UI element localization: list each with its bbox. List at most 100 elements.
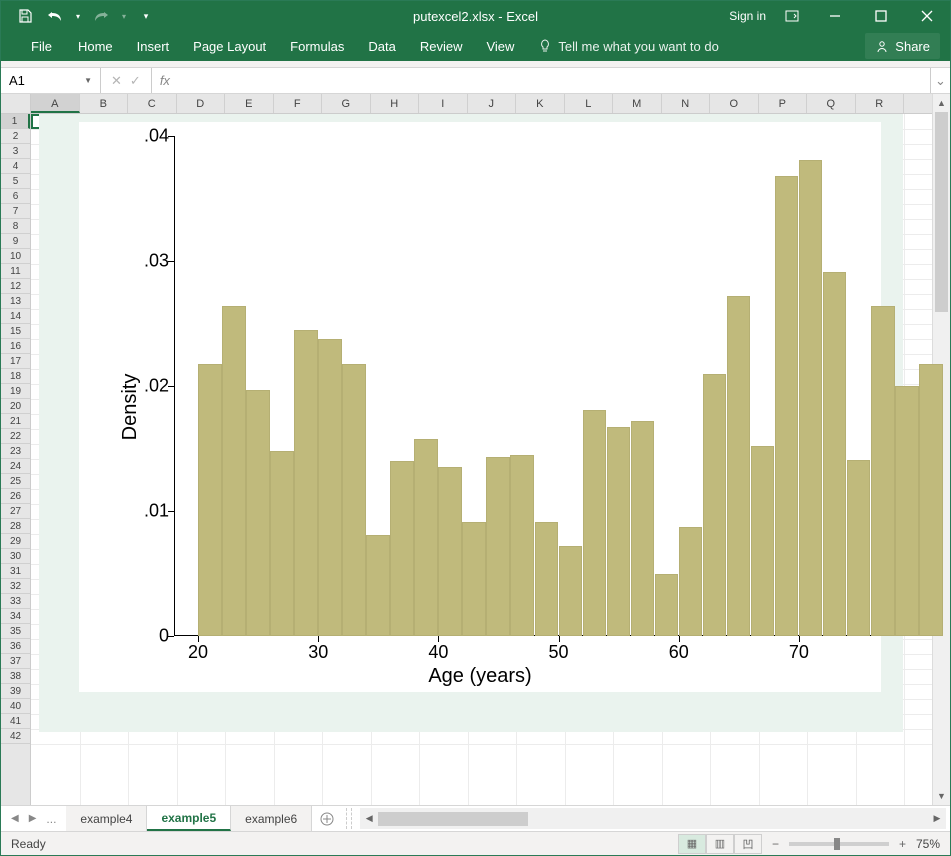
column-header-I[interactable]: I <box>419 94 468 113</box>
horizontal-scroll-track[interactable] <box>378 812 928 826</box>
horizontal-scroll-thumb[interactable] <box>378 812 528 826</box>
row-header-37[interactable]: 37 <box>1 654 30 669</box>
minimize-button[interactable] <box>812 1 858 31</box>
row-header-16[interactable]: 16 <box>1 339 30 354</box>
insert-function-button[interactable]: fx <box>152 68 178 93</box>
share-button[interactable]: Share <box>865 33 940 59</box>
row-header-13[interactable]: 13 <box>1 294 30 309</box>
row-header-9[interactable]: 9 <box>1 234 30 249</box>
row-header-17[interactable]: 17 <box>1 354 30 369</box>
tab-scroll-split[interactable] <box>346 808 352 829</box>
scroll-left-arrow[interactable]: ◀ <box>360 813 378 824</box>
row-header-31[interactable]: 31 <box>1 564 30 579</box>
row-header-14[interactable]: 14 <box>1 309 30 324</box>
column-header-N[interactable]: N <box>662 94 711 113</box>
ribbon-tab-review[interactable]: Review <box>408 31 475 61</box>
close-button[interactable] <box>904 1 950 31</box>
sheet-nav-prev[interactable]: ◀ <box>11 813 19 824</box>
ribbon-tab-page-layout[interactable]: Page Layout <box>181 31 278 61</box>
ribbon-tab-data[interactable]: Data <box>356 31 407 61</box>
new-sheet-button[interactable] <box>312 806 342 831</box>
row-header-5[interactable]: 5 <box>1 174 30 189</box>
row-header-32[interactable]: 32 <box>1 579 30 594</box>
tell-me-search[interactable]: Tell me what you want to do <box>538 39 718 54</box>
sheet-nav-next[interactable]: ▶ <box>29 813 37 824</box>
row-header-6[interactable]: 6 <box>1 189 30 204</box>
zoom-in-button[interactable]: + <box>899 837 906 851</box>
ribbon-display-options-button[interactable] <box>780 4 804 28</box>
row-header-2[interactable]: 2 <box>1 129 30 144</box>
formula-input[interactable] <box>178 68 930 93</box>
expand-formula-bar-button[interactable]: ⌄ <box>930 68 950 93</box>
row-header-33[interactable]: 33 <box>1 594 30 609</box>
column-header-M[interactable]: M <box>613 94 662 113</box>
embedded-chart[interactable]: Density Age (years) 0.01.02.03.042030405… <box>39 114 903 732</box>
row-header-23[interactable]: 23 <box>1 444 30 459</box>
ribbon-tab-view[interactable]: View <box>474 31 526 61</box>
row-header-40[interactable]: 40 <box>1 699 30 714</box>
ribbon-tab-formulas[interactable]: Formulas <box>278 31 356 61</box>
scroll-up-arrow[interactable]: ▲ <box>933 94 950 112</box>
column-header-O[interactable]: O <box>710 94 759 113</box>
row-header-35[interactable]: 35 <box>1 624 30 639</box>
ribbon-tab-insert[interactable]: Insert <box>125 31 182 61</box>
sheet-tab-example6[interactable]: example6 <box>231 806 312 831</box>
row-header-11[interactable]: 11 <box>1 264 30 279</box>
zoom-out-button[interactable]: − <box>772 837 779 851</box>
row-header-30[interactable]: 30 <box>1 549 30 564</box>
column-header-J[interactable]: J <box>468 94 517 113</box>
column-header-Q[interactable]: Q <box>807 94 856 113</box>
name-box[interactable]: A1 ▼ <box>1 68 101 93</box>
ribbon-tab-home[interactable]: Home <box>66 31 125 61</box>
cell-area[interactable]: Density Age (years) 0.01.02.03.042030405… <box>31 114 932 805</box>
sheet-tab-example4[interactable]: example4 <box>66 806 147 831</box>
row-header-4[interactable]: 4 <box>1 159 30 174</box>
row-header-26[interactable]: 26 <box>1 489 30 504</box>
row-header-1[interactable]: 1 <box>1 114 30 129</box>
column-header-P[interactable]: P <box>759 94 808 113</box>
undo-dropdown[interactable]: ▾ <box>73 4 83 28</box>
column-header-G[interactable]: G <box>322 94 371 113</box>
select-all-corner[interactable] <box>1 94 31 114</box>
row-header-15[interactable]: 15 <box>1 324 30 339</box>
column-header-D[interactable]: D <box>177 94 226 113</box>
page-break-view-button[interactable]: 凹 <box>734 834 762 854</box>
name-box-dropdown-icon[interactable]: ▼ <box>84 76 92 85</box>
row-header-27[interactable]: 27 <box>1 504 30 519</box>
row-header-25[interactable]: 25 <box>1 474 30 489</box>
column-header-H[interactable]: H <box>371 94 420 113</box>
vertical-scroll-thumb[interactable] <box>935 112 948 312</box>
zoom-slider-thumb[interactable] <box>834 838 840 850</box>
column-header-F[interactable]: F <box>274 94 323 113</box>
row-header-22[interactable]: 22 <box>1 429 30 444</box>
column-header-A[interactable]: A <box>31 94 80 113</box>
row-header-39[interactable]: 39 <box>1 684 30 699</box>
row-header-41[interactable]: 41 <box>1 714 30 729</box>
row-header-29[interactable]: 29 <box>1 534 30 549</box>
sheet-tabs-ellipsis[interactable]: ... <box>46 812 56 826</box>
row-header-42[interactable]: 42 <box>1 729 30 744</box>
cancel-formula-button[interactable]: ✕ <box>111 73 122 89</box>
column-header-R[interactable]: R <box>856 94 905 113</box>
sign-in-link[interactable]: Sign in <box>729 9 766 23</box>
normal-view-button[interactable]: ▦ <box>678 834 706 854</box>
row-header-7[interactable]: 7 <box>1 204 30 219</box>
row-header-21[interactable]: 21 <box>1 414 30 429</box>
row-header-28[interactable]: 28 <box>1 519 30 534</box>
row-header-34[interactable]: 34 <box>1 609 30 624</box>
row-header-18[interactable]: 18 <box>1 369 30 384</box>
row-header-19[interactable]: 19 <box>1 384 30 399</box>
row-header-24[interactable]: 24 <box>1 459 30 474</box>
zoom-level[interactable]: 75% <box>916 837 940 851</box>
scroll-right-arrow[interactable]: ▶ <box>928 813 946 824</box>
undo-button[interactable] <box>43 4 67 28</box>
redo-dropdown[interactable]: ▾ <box>119 4 129 28</box>
column-header-B[interactable]: B <box>80 94 129 113</box>
column-header-E[interactable]: E <box>225 94 274 113</box>
customize-qat-dropdown[interactable]: ▾ <box>139 4 153 28</box>
row-header-38[interactable]: 38 <box>1 669 30 684</box>
sheet-tab-example5[interactable]: example5 <box>147 806 231 831</box>
scroll-down-arrow[interactable]: ▼ <box>933 787 950 805</box>
maximize-button[interactable] <box>858 1 904 31</box>
save-button[interactable] <box>13 4 37 28</box>
